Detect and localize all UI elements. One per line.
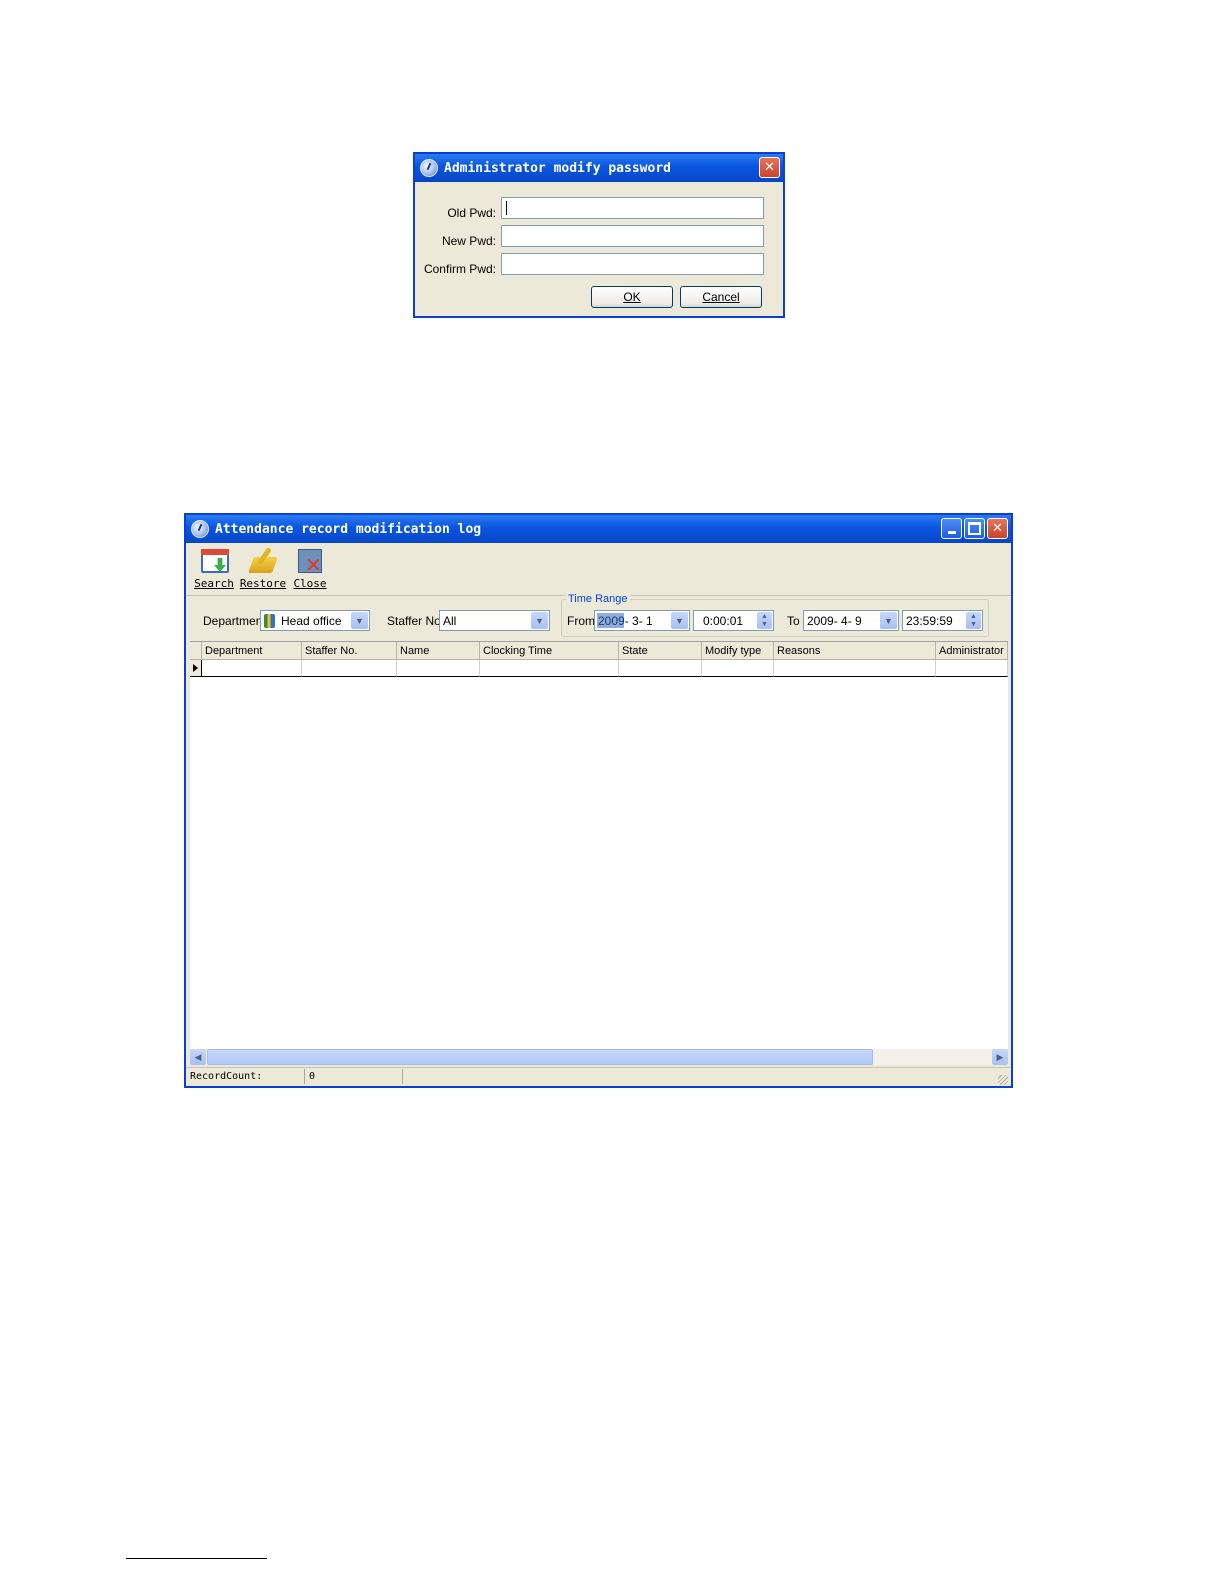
- department-select[interactable]: Head office ▼: [260, 610, 370, 631]
- old-pwd-label: Old Pwd:: [447, 206, 496, 220]
- horizontal-scrollbar[interactable]: ◀ ▶: [190, 1049, 1008, 1065]
- time-range-label: Time Range: [566, 593, 630, 605]
- table-cell[interactable]: [202, 660, 302, 677]
- from-time-input[interactable]: 0:00:01 ▲ ▼: [693, 610, 774, 631]
- close-tool-button[interactable]: ✕ Close: [286, 545, 334, 593]
- password-dialog-titlebar[interactable]: Administrator modify password ✕: [415, 154, 783, 182]
- spinner-icon[interactable]: ▲ ▼: [966, 612, 981, 629]
- log-window: Attendance record modification log ✕ Sea…: [184, 513, 1013, 1088]
- status-divider: [402, 1069, 403, 1084]
- close-icon: ✕: [992, 521, 1003, 536]
- table-cell[interactable]: [702, 660, 774, 677]
- to-date-picker[interactable]: 2009- 4- 9 ▼: [803, 610, 899, 631]
- department-icon: [264, 613, 275, 628]
- table-cell[interactable]: [397, 660, 480, 677]
- column-header[interactable]: Reasons: [774, 642, 936, 660]
- column-header[interactable]: Department: [202, 642, 302, 660]
- new-pwd-label: New Pwd:: [441, 234, 496, 248]
- restore-button[interactable]: Restore: [239, 545, 287, 593]
- clock-icon: [191, 520, 209, 538]
- footnote-rule: [126, 1558, 267, 1559]
- record-count-value: 0: [309, 1071, 316, 1082]
- close-window-button[interactable]: ✕: [759, 157, 780, 178]
- table-cell[interactable]: [619, 660, 702, 677]
- column-header[interactable]: Clocking Time: [480, 642, 619, 660]
- column-header[interactable]: Staffer No.: [302, 642, 397, 660]
- date-selection-highlight: [597, 613, 624, 628]
- minimize-button[interactable]: [941, 518, 962, 539]
- confirm-pwd-input[interactable]: [501, 253, 764, 275]
- log-table[interactable]: Department Staffer No. Name Clocking Tim…: [190, 641, 1008, 1050]
- scroll-right-button[interactable]: ▶: [992, 1049, 1008, 1065]
- search-button[interactable]: Search: [190, 545, 238, 593]
- spinner-icon[interactable]: ▲ ▼: [757, 612, 772, 629]
- department-label: Department: [203, 614, 266, 628]
- confirm-pwd-label: Confirm Pwd:: [423, 262, 496, 276]
- scroll-left-button[interactable]: ◀: [190, 1049, 206, 1065]
- scroll-thumb[interactable]: [207, 1049, 873, 1065]
- chevron-down-icon[interactable]: ▼: [531, 612, 548, 629]
- from-date-picker[interactable]: 2009- 3- 1 ▼: [594, 610, 690, 631]
- close-icon: ✕: [295, 547, 325, 575]
- column-header[interactable]: Modify type: [702, 642, 774, 660]
- ok-button[interactable]: OK: [591, 286, 673, 308]
- clock-icon: [420, 159, 438, 177]
- close-window-button[interactable]: ✕: [987, 518, 1008, 539]
- new-pwd-input[interactable]: [501, 225, 764, 247]
- maximize-icon: [968, 522, 981, 535]
- search-icon: [199, 547, 229, 575]
- row-indicator[interactable]: [190, 660, 202, 677]
- to-time-input[interactable]: 23:59:59 ▲ ▼: [902, 610, 983, 631]
- column-header[interactable]: Administrator: [936, 642, 1008, 660]
- password-dialog: Administrator modify password ✕ Old Pwd:…: [413, 152, 785, 318]
- row-pointer-icon: [193, 664, 198, 672]
- table-cell[interactable]: [480, 660, 619, 677]
- log-window-titlebar[interactable]: Attendance record modification log ✕: [186, 515, 1011, 543]
- cancel-button[interactable]: Cancel: [680, 286, 762, 308]
- status-bar: RecordCount: 0: [186, 1067, 1010, 1086]
- staffer-select[interactable]: All ▼: [439, 610, 550, 631]
- record-count-label: RecordCount:: [190, 1071, 263, 1082]
- chevron-left-icon: ◀: [194, 1051, 202, 1062]
- table-cell[interactable]: [302, 660, 397, 677]
- resize-grip-icon[interactable]: [998, 1075, 1008, 1085]
- to-label: To: [787, 614, 800, 628]
- table-cell[interactable]: [774, 660, 936, 677]
- restore-icon: [248, 547, 278, 575]
- chevron-down-icon[interactable]: ▼: [880, 612, 897, 629]
- text-cursor: [506, 201, 507, 215]
- table-cell[interactable]: [936, 660, 1008, 677]
- from-label: From: [567, 614, 595, 628]
- chevron-down-icon[interactable]: ▼: [671, 612, 688, 629]
- old-pwd-input[interactable]: [501, 197, 764, 219]
- password-dialog-title: Administrator modify password: [444, 160, 671, 176]
- chevron-down-icon[interactable]: ▼: [351, 612, 368, 629]
- column-header[interactable]: State: [619, 642, 702, 660]
- chevron-right-icon: ▶: [996, 1051, 1004, 1062]
- minimize-icon: [947, 531, 956, 534]
- row-indicator-header: [190, 642, 202, 660]
- close-icon: ✕: [764, 160, 775, 175]
- log-window-title: Attendance record modification log: [215, 521, 482, 537]
- status-divider: [304, 1069, 305, 1084]
- column-header[interactable]: Name: [397, 642, 480, 660]
- staffer-label: Staffer No.: [387, 614, 445, 628]
- maximize-button[interactable]: [964, 518, 985, 539]
